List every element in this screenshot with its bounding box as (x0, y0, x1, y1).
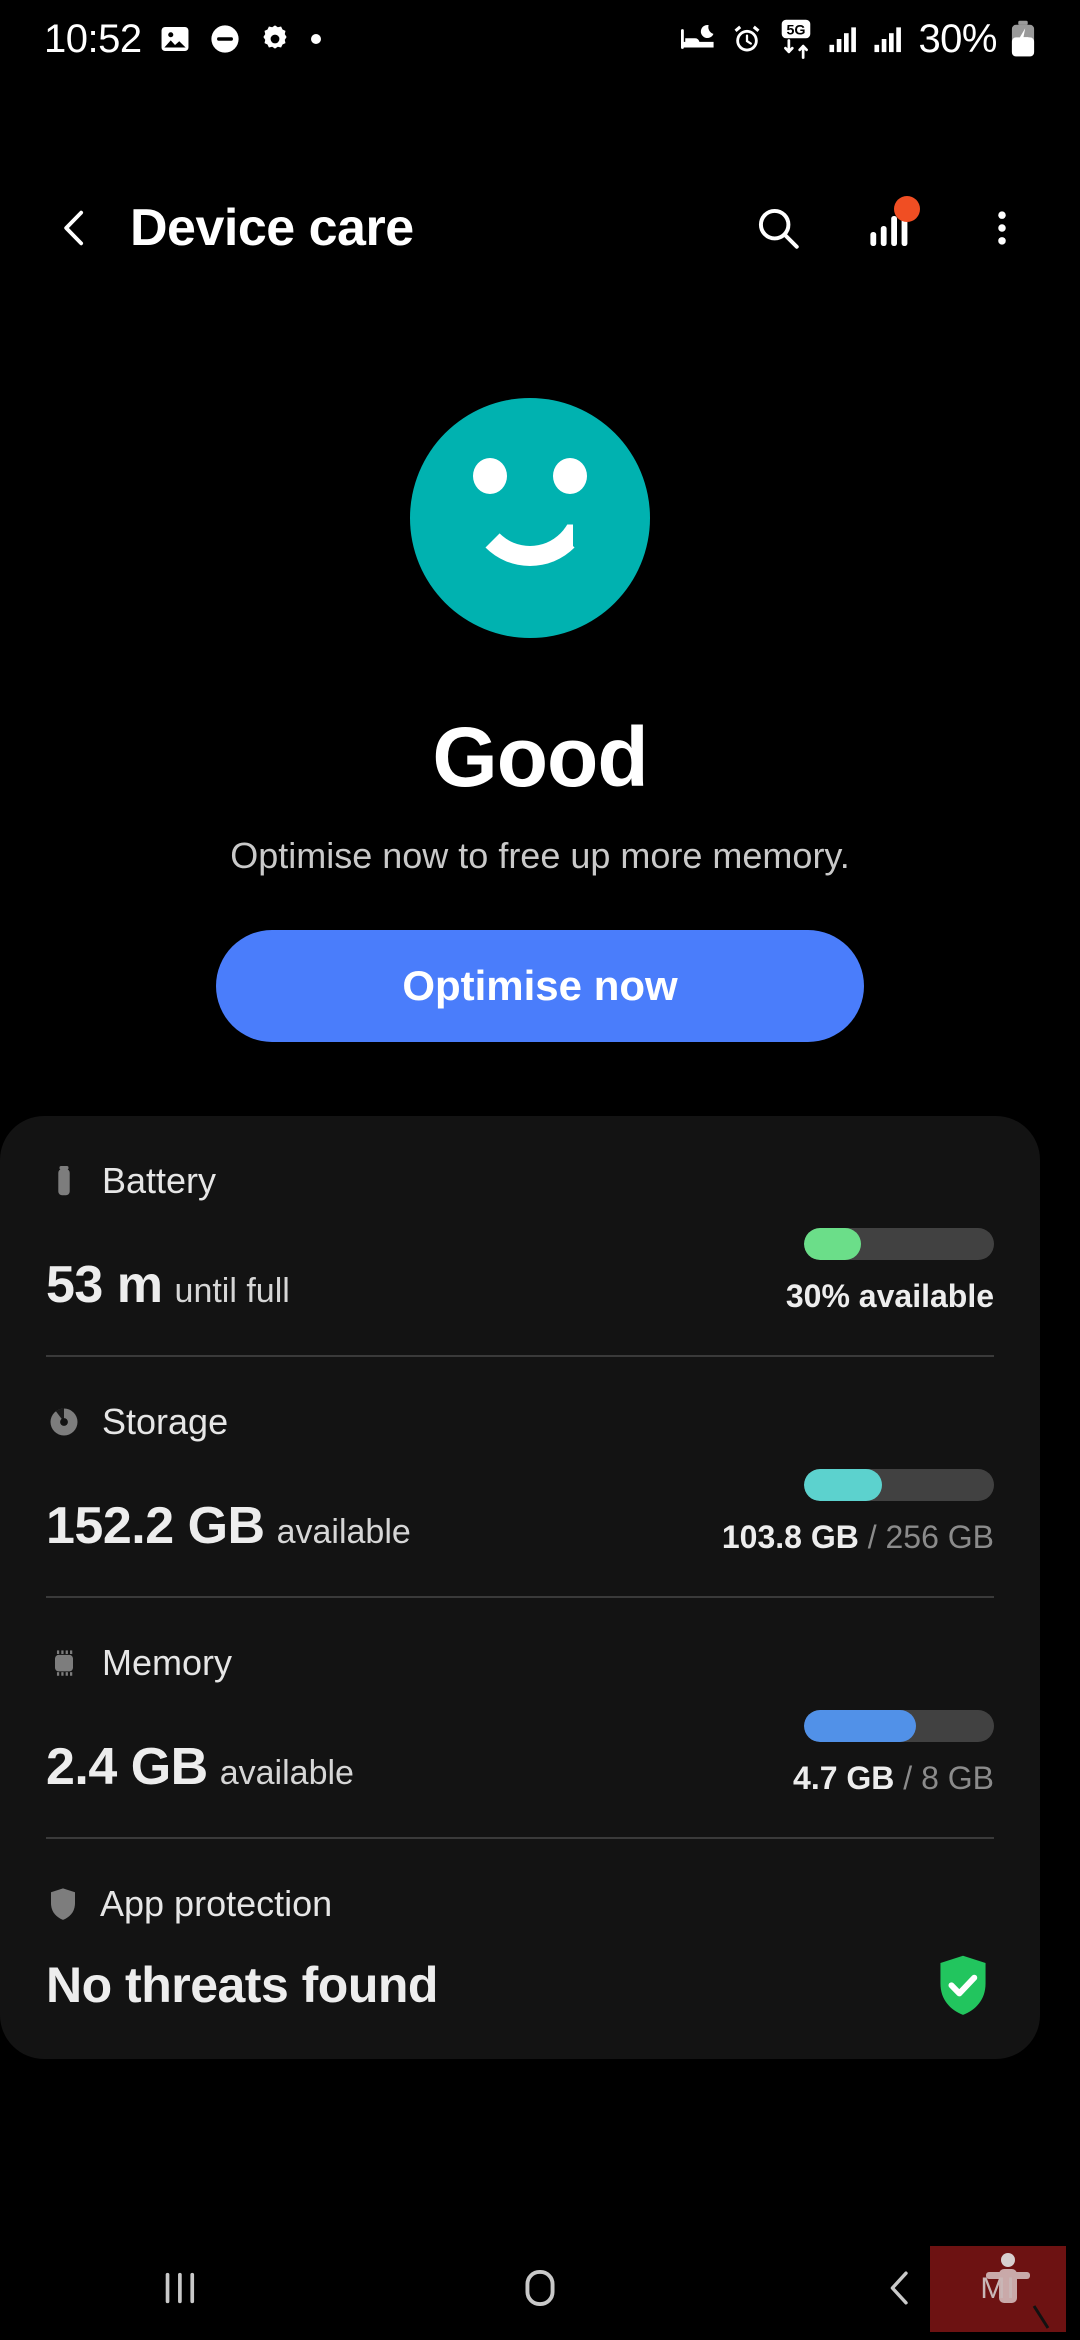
section-battery-header: Battery (46, 1160, 994, 1202)
app-protection-status: No threats found (46, 1957, 438, 2013)
battery-value: 53 m (46, 1256, 163, 1314)
storage-bar-track (804, 1469, 994, 1501)
device-care-screen: 10:52 5G 30% Device care Good Optimise n… (0, 0, 1080, 2340)
notification-badge-dot (894, 196, 920, 222)
battery-gauge-used: 30% available (785, 1278, 994, 1314)
navigation-bar: MI (0, 2236, 1080, 2340)
battery-icon (46, 1163, 82, 1199)
svg-text:5G: 5G (787, 23, 806, 39)
storage-value-unit: available (276, 1513, 411, 1551)
shield-check-icon (932, 1951, 994, 2019)
recents-button[interactable] (0, 2236, 360, 2340)
app-protection-body: No threats found (46, 1951, 994, 2019)
back-button[interactable] (50, 203, 100, 253)
shield-icon (46, 1886, 80, 1922)
memory-metric: 2.4 GB available (46, 1737, 354, 1797)
more-options-button[interactable] (974, 200, 1030, 256)
section-storage-label: Storage (102, 1401, 229, 1442)
status-bar: 10:52 5G 30% (0, 0, 1080, 78)
section-storage-header: Storage (46, 1401, 994, 1443)
page-title: Device care (130, 199, 414, 257)
app-bar: Device care (0, 178, 1080, 278)
section-storage-body: 152.2 GB available 103.8 GB / 256 GB (46, 1469, 994, 1556)
battery-bar-fill (804, 1228, 861, 1260)
battery-percent-label: 30% (918, 16, 997, 61)
section-storage[interactable]: Storage 152.2 GB available 103.8 GB / 25… (46, 1357, 994, 1596)
section-memory-header: Memory (46, 1642, 994, 1684)
section-app-protection-header: App protection (46, 1883, 994, 1925)
section-battery[interactable]: Battery 53 m until full 30% available (46, 1116, 994, 1355)
5g-data-icon: 5G (777, 19, 815, 59)
screen-recorder-watermark: MI (930, 2246, 1066, 2332)
diagnostics-button[interactable] (862, 196, 920, 256)
home-button[interactable] (360, 2236, 720, 2340)
memory-value: 2.4 GB (46, 1738, 208, 1796)
memory-gauge-total: / 8 GB (894, 1760, 994, 1796)
storage-gauge: 103.8 GB / 256 GB (722, 1469, 994, 1556)
smiley-mouth (467, 486, 593, 566)
battery-charging-icon (1010, 20, 1036, 58)
storage-gauge-caption: 103.8 GB / 256 GB (722, 1519, 994, 1556)
device-status-card: Battery 53 m until full 30% available St… (0, 1116, 1040, 2059)
section-battery-label: Battery (102, 1160, 217, 1201)
recents-icon (154, 2262, 206, 2314)
storage-value: 152.2 GB (46, 1497, 265, 1555)
smiley-face-icon (410, 398, 650, 638)
section-app-protection-label: App protection (100, 1883, 333, 1924)
watermark-label: MI (980, 2272, 1016, 2305)
battery-value-unit: until full (174, 1272, 290, 1310)
battery-gauge-caption: 30% available (786, 1278, 994, 1315)
section-memory-label: Memory (102, 1642, 233, 1683)
optimise-now-button[interactable]: Optimise now (216, 930, 864, 1042)
status-bar-left: 10:52 (44, 17, 324, 62)
search-icon (753, 203, 803, 253)
signal-sim2-icon (873, 23, 905, 55)
device-status-title: Good (432, 710, 648, 804)
memory-gauge-caption: 4.7 GB / 8 GB (793, 1760, 994, 1797)
do-not-disturb-icon (208, 22, 242, 56)
storage-gauge-used: 103.8 GB (721, 1519, 859, 1555)
section-app-protection[interactable]: App protection No threats found (46, 1839, 994, 2059)
screenshot-image-icon (158, 22, 192, 56)
settings-gear-icon (258, 22, 292, 56)
memory-chip-icon (46, 1645, 82, 1681)
bedtime-mode-icon (679, 22, 717, 56)
section-memory-body: 2.4 GB available 4.7 GB / 8 GB (46, 1710, 994, 1797)
storage-pie-icon (46, 1404, 82, 1440)
status-bar-clock: 10:52 (44, 16, 142, 61)
back-chevron-icon (52, 205, 98, 251)
nav-back-icon (876, 2264, 924, 2312)
signal-sim1-icon (828, 23, 860, 55)
device-status-subtitle: Optimise now to free up more memory. (230, 835, 850, 876)
alarm-icon (730, 22, 764, 56)
status-bar-right: 5G 30% (679, 17, 1036, 62)
battery-gauge: 30% available (786, 1228, 994, 1315)
search-button[interactable] (750, 200, 806, 256)
memory-bar-fill (804, 1710, 917, 1742)
storage-metric: 152.2 GB available (46, 1496, 411, 1556)
battery-metric: 53 m until full (46, 1255, 290, 1315)
memory-gauge: 4.7 GB / 8 GB (793, 1710, 994, 1797)
memory-gauge-used: 4.7 GB (793, 1760, 895, 1796)
section-memory[interactable]: Memory 2.4 GB available 4.7 GB / 8 GB (46, 1598, 994, 1837)
dot-icon (308, 31, 324, 47)
memory-value-unit: available (219, 1754, 354, 1792)
home-icon (514, 2262, 566, 2314)
memory-bar-track (804, 1710, 994, 1742)
app-bar-actions (750, 196, 1030, 256)
section-battery-body: 53 m until full 30% available (46, 1228, 994, 1315)
storage-bar-fill (804, 1469, 882, 1501)
more-vertical-icon (980, 206, 1024, 250)
battery-bar-track (804, 1228, 994, 1260)
storage-gauge-total: / 256 GB (858, 1519, 994, 1555)
